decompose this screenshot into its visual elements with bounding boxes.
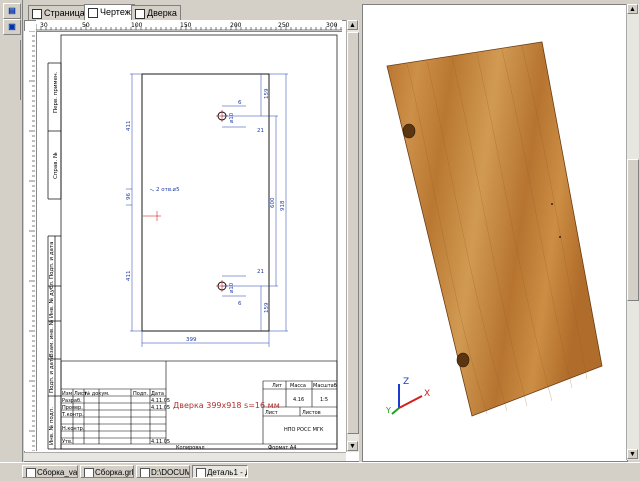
side-label: Инв. № дубл. xyxy=(49,280,55,318)
scroll-up-arrow-icon[interactable]: ▲ xyxy=(627,4,638,14)
row-nkontr: Н.контр. xyxy=(62,426,85,432)
task-label: Деталь1 - Д... xyxy=(207,468,247,477)
scale-label: Масштаб xyxy=(313,383,337,389)
row-razrab: Разраб. xyxy=(62,398,82,404)
ruler-label: 100 xyxy=(131,22,143,29)
tab-door[interactable]: Дверка xyxy=(131,5,181,20)
part-icon xyxy=(196,468,206,477)
col-date: Дата xyxy=(151,391,164,397)
row-utv: Утв. xyxy=(62,439,73,445)
drawing-horizontal-scrollbar[interactable] xyxy=(24,452,346,461)
col-izm: Изм xyxy=(62,391,72,397)
left-toolbar: ▤ ▣ xyxy=(0,0,23,462)
model-vertical-scrollbar[interactable]: ▲ ▼ xyxy=(626,4,639,460)
door-outline xyxy=(141,73,270,332)
mass-value: 4.16 xyxy=(293,397,304,403)
door-panel-3d xyxy=(386,41,603,417)
drawing-sheet[interactable]: Перв. примен. Справ. № Подп. и дата Инв.… xyxy=(36,31,346,452)
handle-hole-1 xyxy=(551,203,553,205)
part-icon xyxy=(135,8,145,19)
dim-width: 399 xyxy=(186,337,197,343)
dim-6-top: 6 xyxy=(238,100,242,106)
holes-note: 2 отв.⌀5 xyxy=(156,187,180,193)
sheets-label: Листов xyxy=(302,410,321,416)
dim-hole-spacing: 600 xyxy=(270,197,276,208)
window-icon[interactable]: ▣ xyxy=(3,19,21,35)
lit-label: Лит xyxy=(272,383,282,389)
side-label: Подп. и дата xyxy=(49,242,55,279)
tab-label: Чертеж xyxy=(100,7,131,17)
tab-label: Дверка xyxy=(147,8,177,18)
task-assembly-grb[interactable]: Сборка.grb xyxy=(80,465,134,478)
dim-diameter-top: ⌀10 xyxy=(229,112,235,123)
ruler-label: 300 xyxy=(326,22,338,29)
row-prov: Провер. xyxy=(62,405,83,411)
copied-label: Копировал xyxy=(176,445,205,451)
dim-hole-top: 159 xyxy=(264,88,270,99)
axis-triad-icon: Z X Y xyxy=(385,377,430,415)
folder-icon xyxy=(140,468,150,477)
organization: НПО РОСС МГК xyxy=(284,427,324,433)
part-name: Дверка 399х918 s=16 мм xyxy=(173,401,280,410)
row-tkontr: Т.контр. xyxy=(61,412,84,418)
scroll-thumb[interactable] xyxy=(347,32,359,434)
task-documents-folder[interactable]: D:\DOCUM... xyxy=(136,465,190,478)
side-label: Подп. и дата xyxy=(49,356,55,393)
axis-x-label: X xyxy=(424,389,430,399)
hinge-hole-top xyxy=(402,123,416,139)
side-label: Взам. инв. № xyxy=(49,319,55,357)
date-utv: 4.11.05 xyxy=(151,439,170,445)
document-icon xyxy=(26,468,36,477)
task-assembly-var[interactable]: Сборка_var... xyxy=(22,465,78,478)
date-razrab: 4.11.05 xyxy=(151,398,170,404)
handle-hole-2 xyxy=(559,236,561,238)
document-tabs: Страница 1 Чертеж Дверка xyxy=(24,4,359,21)
dim-diameter-bottom: ⌀10 xyxy=(229,282,235,293)
page-icon xyxy=(32,8,42,19)
document-icon xyxy=(84,468,94,477)
axis-z-label: Z xyxy=(403,377,409,387)
task-label: Сборка.grb xyxy=(95,468,134,477)
ruler-label: 200 xyxy=(230,22,242,29)
mass-label: Масса xyxy=(290,383,306,389)
scroll-down-arrow-icon[interactable]: ▼ xyxy=(347,441,358,451)
ruler-label: 50 xyxy=(82,22,90,29)
col-doc: № докум. xyxy=(85,391,110,397)
taskbar: Сборка_var... Сборка.grb D:\DOCUM... Дет… xyxy=(0,462,640,481)
ruler-label: 250 xyxy=(278,22,290,29)
dim-hole-bottom: 159 xyxy=(264,302,270,313)
task-part1[interactable]: Деталь1 - Д... xyxy=(192,465,248,478)
drawing-icon xyxy=(88,7,98,18)
dim-6-bottom: 6 xyxy=(238,301,242,307)
dim-height: 918 xyxy=(280,200,286,211)
model-viewport[interactable]: Z X Y xyxy=(362,4,626,460)
scroll-thumb[interactable] xyxy=(627,159,639,301)
sheet-label: Лист xyxy=(265,410,278,416)
hinge-hole-bottom xyxy=(456,352,470,368)
dim-21-bottom: 21 xyxy=(257,269,264,275)
task-label: Сборка_var... xyxy=(37,468,78,477)
side-label: Перв. примен. xyxy=(53,71,59,113)
dim-middle: 96 xyxy=(126,193,132,200)
side-label: Инв. № подл. xyxy=(49,407,55,445)
ruler-label: 150 xyxy=(180,22,192,29)
toolbar-divider xyxy=(20,40,21,100)
scroll-down-arrow-icon[interactable]: ▼ xyxy=(627,449,638,459)
drawing-vertical-scrollbar[interactable]: ▲ ▼ xyxy=(346,20,359,452)
dim-21-top: 21 xyxy=(257,128,264,134)
scroll-up-arrow-icon[interactable]: ▲ xyxy=(347,20,358,30)
task-label: D:\DOCUM... xyxy=(151,468,190,477)
scale-value: 1:5 xyxy=(320,397,328,403)
dim-bottom-offset: 411 xyxy=(126,271,132,282)
dim-top-offset: 411 xyxy=(126,121,132,132)
col-sign: Подп. xyxy=(133,391,149,397)
side-label: Справ. № xyxy=(53,152,59,179)
format-label: Формат А4 xyxy=(268,445,296,451)
date-prov: 4.11.05 xyxy=(151,405,170,411)
ruler-label: 30 xyxy=(40,22,48,29)
view-mode-icon[interactable]: ▤ xyxy=(3,3,21,19)
tab-drawing[interactable]: Чертеж xyxy=(84,4,135,20)
axis-y-label: Y xyxy=(385,406,391,415)
